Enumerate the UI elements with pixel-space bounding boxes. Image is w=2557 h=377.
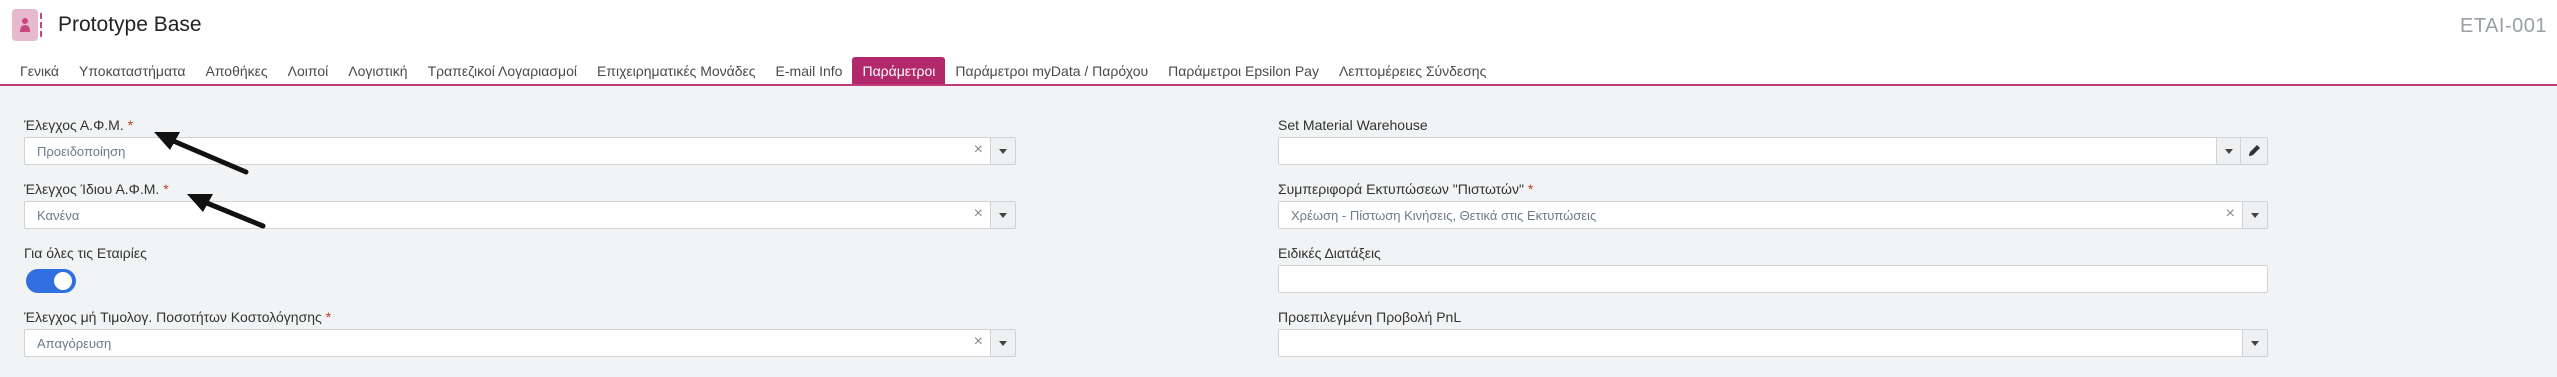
clear-icon[interactable]: × — [974, 205, 983, 223]
tab-accounting[interactable]: Λογιστική — [338, 57, 417, 84]
clear-icon[interactable]: × — [974, 141, 983, 159]
vat-check-value: Προειδοποίηση — [37, 144, 126, 159]
all-companies-label: Για όλες τις Εταιρίες — [24, 245, 147, 261]
own-vat-check-value: Κανένα — [37, 208, 80, 223]
default-pnl-view-label: Προεπιλεγμένη Προβολή PnL — [1278, 309, 1462, 325]
tab-branches[interactable]: Υποκαταστήματα — [69, 57, 195, 84]
tab-bank-accounts[interactable]: Τραπεζικοί Λογαριασμοί — [418, 57, 587, 84]
edit-button[interactable] — [2240, 138, 2267, 164]
clear-icon[interactable]: × — [974, 333, 983, 351]
own-vat-check-label: Έλεγχος Ίδιου Α.Φ.Μ. * — [24, 181, 169, 197]
tab-warehouses[interactable]: Αποθήκες — [195, 57, 277, 84]
credit-print-behavior-value: Χρέωση - Πίστωση Κινήσεις, Θετικά στις Ε… — [1291, 208, 1597, 223]
dropdown-button[interactable] — [2216, 138, 2241, 164]
page-title: Prototype Base — [58, 13, 202, 36]
cost-qty-check-label: Έλεγχος μή Τιμολογ. Ποσοτήτων Κοστολόγησ… — [24, 309, 332, 325]
dropdown-button[interactable] — [990, 330, 1015, 356]
tab-epsilon-pay-parameters[interactable]: Παράμετροι Epsilon Pay — [1158, 57, 1329, 84]
tab-business-units[interactable]: Επιχειρηματικές Μονάδες — [587, 57, 766, 84]
chevron-down-icon — [2225, 149, 2233, 154]
tab-parameters[interactable]: Παράμετροι — [852, 57, 946, 84]
special-provisions-input[interactable] — [1278, 265, 2268, 293]
header-bar: Prototype Base ETAI-001 Γενικά Υποκαταστ… — [0, 0, 2557, 84]
material-warehouse-select[interactable] — [1278, 137, 2268, 165]
chevron-down-icon — [2251, 341, 2259, 346]
app-icon — [12, 9, 42, 41]
all-companies-toggle[interactable] — [26, 269, 76, 293]
default-pnl-view-select[interactable] — [1278, 329, 2268, 357]
cost-qty-check-value: Απαγόρευση — [37, 336, 112, 351]
chevron-down-icon — [999, 149, 1007, 154]
tab-connection-details[interactable]: Λεπτομέρειες Σύνδεσης — [1329, 57, 1496, 84]
tab-underline — [0, 84, 2557, 86]
chevron-down-icon — [999, 213, 1007, 218]
credit-print-behavior-select[interactable]: Χρέωση - Πίστωση Κινήσεις, Θετικά στις Ε… — [1278, 201, 2268, 229]
dropdown-button[interactable] — [990, 138, 1015, 164]
arrow-icon — [187, 194, 266, 229]
person-icon — [20, 18, 30, 32]
tab-bar: Γενικά Υποκαταστήματα Αποθήκες Λοιποί Λο… — [10, 57, 1496, 84]
record-code: ETAI-001 — [2460, 15, 2547, 37]
tab-other[interactable]: Λοιποί — [278, 57, 339, 84]
tab-mydata-parameters[interactable]: Παράμετροι myData / Παρόχου — [945, 57, 1158, 84]
dropdown-button[interactable] — [2242, 330, 2267, 356]
tab-general[interactable]: Γενικά — [10, 57, 69, 84]
tab-email-info[interactable]: E-mail Info — [766, 57, 853, 84]
chevron-down-icon — [2251, 213, 2259, 218]
cost-qty-check-select[interactable]: Απαγόρευση × — [24, 329, 1016, 357]
app-icon-divider — [40, 13, 44, 37]
credit-print-behavior-label: Συμπεριφορά Εκτυπώσεων "Πιστωτών" * — [1278, 181, 1534, 197]
clear-icon[interactable]: × — [2226, 205, 2235, 223]
toggle-knob — [54, 272, 72, 290]
dropdown-button[interactable] — [2242, 202, 2267, 228]
vat-check-label: Έλεγχος Α.Φ.Μ. * — [24, 117, 134, 133]
special-provisions-label: Ειδικές Διατάξεις — [1278, 245, 1381, 261]
dropdown-button[interactable] — [990, 202, 1015, 228]
chevron-down-icon — [999, 341, 1007, 346]
pencil-icon — [2249, 145, 2260, 156]
material-warehouse-label: Set Material Warehouse — [1278, 117, 1428, 133]
arrow-icon — [154, 132, 249, 175]
own-vat-check-select[interactable]: Κανένα × — [24, 201, 1016, 229]
